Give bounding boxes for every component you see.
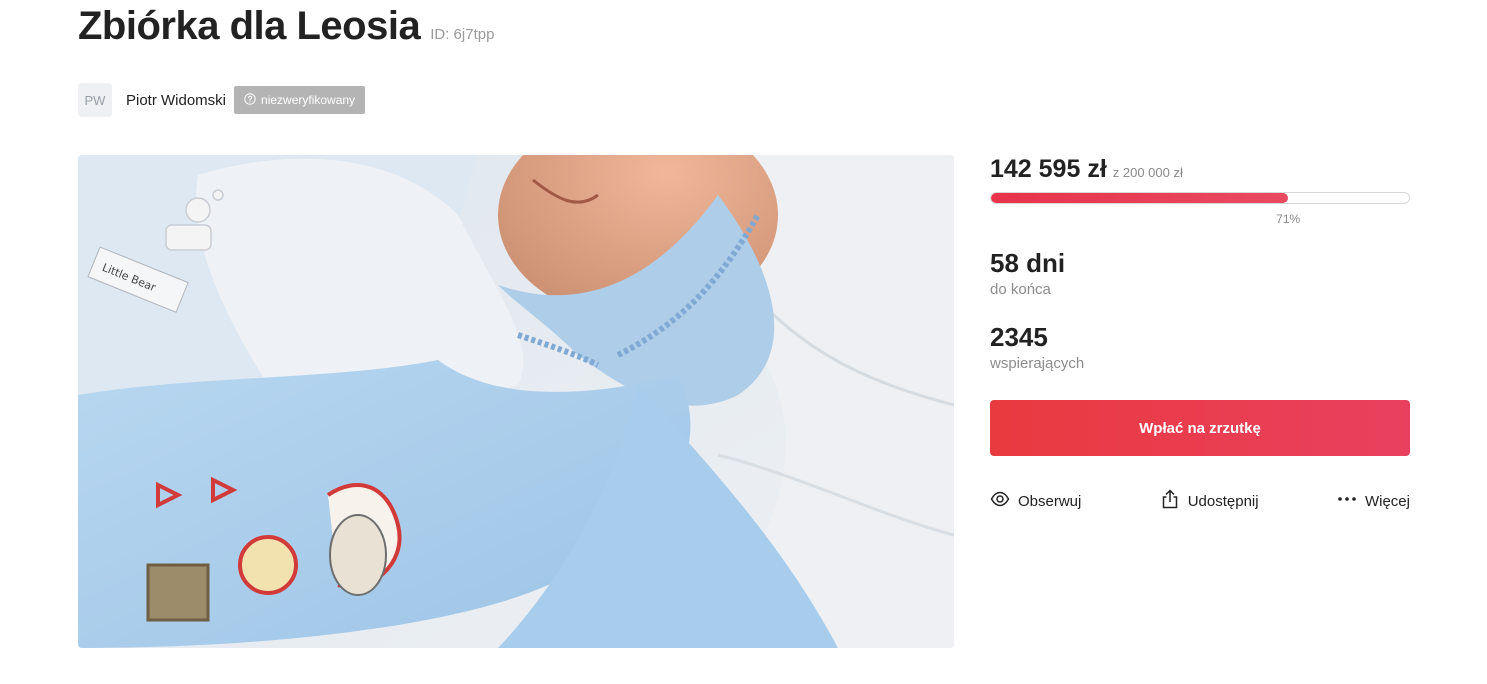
progress-bar — [990, 192, 1410, 204]
more-button[interactable]: Więcej — [1337, 489, 1410, 513]
secondary-actions: Obserwuj Udostępnij Więcej — [990, 489, 1410, 513]
days-label: do końca — [990, 281, 1051, 298]
follow-label: Obserwuj — [1018, 492, 1082, 510]
share-icon — [1160, 489, 1180, 513]
amount-row: 142 595 zł z 200 000 zł — [990, 155, 1410, 184]
fundraiser-photo[interactable]: Little Bear — [78, 155, 954, 648]
supporters-label: wspierających — [990, 355, 1085, 372]
status-badge-label: niezweryfikowany — [261, 93, 356, 107]
more-label: Więcej — [1364, 492, 1410, 510]
progress-percent: 71% — [1276, 212, 1301, 226]
share-label: Udostępnij — [1187, 492, 1259, 510]
follow-button[interactable]: Obserwuj — [990, 489, 1081, 513]
donate-button[interactable]: Wpłać na zrzutkę — [990, 400, 1410, 456]
goal-amount: z 200 000 zł — [1112, 165, 1183, 180]
days-value: 58 dni — [990, 248, 1066, 278]
page-title: Zbiórka dla Leosia — [78, 4, 421, 48]
share-button[interactable]: Udostępnij — [1160, 489, 1259, 513]
organizer-row: PW Piotr Widomski niezweryfikowany — [78, 83, 366, 117]
more-dots-icon — [1337, 489, 1357, 513]
status-badge[interactable]: niezweryfikowany — [234, 86, 366, 114]
eye-icon — [990, 489, 1010, 513]
organizer-name[interactable]: Piotr Widomski — [126, 92, 226, 109]
question-circle-icon — [244, 92, 256, 108]
funding-panel: 142 595 zł z 200 000 zł — [990, 155, 1410, 204]
raised-amount: 142 595 zł — [990, 155, 1107, 183]
avatar[interactable]: PW — [78, 83, 112, 117]
title-row: Zbiórka dla Leosia ID: 6j7tpp — [78, 4, 494, 49]
fundraiser-id: ID: 6j7tpp — [430, 26, 495, 43]
supporters-value: 2345 — [990, 322, 1048, 352]
supporters-stat: 2345 wspierających — [990, 322, 1084, 372]
progress-fill — [991, 193, 1288, 203]
days-stat: 58 dni do końca — [990, 248, 1065, 298]
